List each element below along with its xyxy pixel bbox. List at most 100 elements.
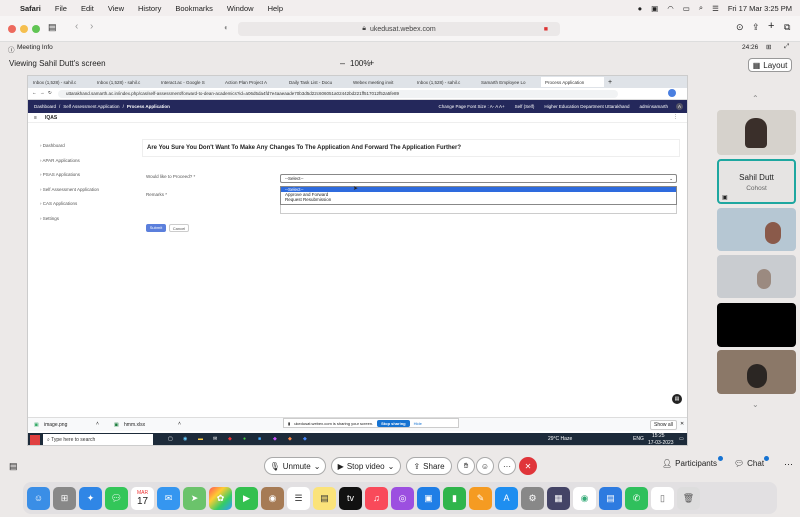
stop-video-button[interactable]: ▶ Stop video ⌄ xyxy=(331,457,401,475)
finder-icon[interactable]: ☺ xyxy=(27,486,50,510)
participant-video[interactable] xyxy=(717,255,796,298)
zoom-out-button[interactable]: – xyxy=(340,58,345,68)
menu-bookmarks[interactable]: Bookmarks xyxy=(175,4,213,13)
profile-avatar[interactable] xyxy=(668,89,676,97)
breadcrumb-home[interactable]: Dashboard xyxy=(34,104,56,109)
control-center-icon[interactable]: ☰ xyxy=(712,4,719,13)
menu-window[interactable]: Window xyxy=(227,4,254,13)
user-avatar[interactable]: A xyxy=(676,103,683,110)
sidebar-item-apar[interactable]: › APAR Applications xyxy=(28,154,138,169)
sidebar-icon[interactable]: ▤ xyxy=(48,22,57,33)
menu-edit[interactable]: Edit xyxy=(81,4,94,13)
admin-name[interactable]: adminsamarth xyxy=(639,104,668,109)
video-status-icon[interactable]: ▣ xyxy=(651,4,658,13)
hide-button[interactable]: Hide xyxy=(414,421,422,426)
menu-view[interactable]: View xyxy=(108,4,124,13)
browser-tab[interactable]: Daily Task List - Docu xyxy=(285,77,348,87)
downloads-icon[interactable]: ⊙ xyxy=(736,22,744,33)
contacts-icon[interactable]: ◉ xyxy=(261,486,284,510)
menu-help[interactable]: Help xyxy=(268,4,283,13)
reminders-icon[interactable]: ☰ xyxy=(287,486,310,510)
music-icon[interactable]: ♫ xyxy=(365,486,388,510)
datetime[interactable]: Fri 17 Mar 3:25 PM xyxy=(728,4,792,13)
sidebar-item-cas[interactable]: › CAS Applications xyxy=(28,197,138,212)
raise-hand-button[interactable]: ✋︎ xyxy=(457,457,475,475)
forward-icon[interactable]: › xyxy=(90,21,93,32)
proceed-select[interactable]: --Select-- ⌄ xyxy=(280,174,677,183)
apple-tv-icon[interactable]: tv xyxy=(339,486,362,510)
app-icon[interactable]: ◆ xyxy=(303,436,307,442)
trash-icon[interactable]: 🗑︎ xyxy=(677,486,700,510)
font-size-control[interactable]: Change Page Font Size : A- A A+ xyxy=(438,104,504,109)
notes-icon[interactable]: ▤ xyxy=(313,486,336,510)
taskbar-time[interactable]: 15:25 xyxy=(652,433,665,439)
zoom-window-button[interactable] xyxy=(32,25,40,33)
calendar-icon[interactable]: MAR 17 xyxy=(131,486,154,510)
windows-start-icon[interactable] xyxy=(30,435,40,445)
reload-icon[interactable]: ↻ xyxy=(48,90,52,96)
chat-bubble-icon[interactable]: ▤ xyxy=(672,394,682,404)
more-options-icon[interactable]: ⋯ xyxy=(784,459,793,470)
podcasts-icon[interactable]: ◎ xyxy=(391,486,414,510)
edge-icon[interactable]: ◉ xyxy=(183,436,187,442)
participant-video[interactable] xyxy=(717,208,796,251)
back-icon[interactable]: ← xyxy=(32,90,37,95)
battery-icon[interactable]: ▭ xyxy=(683,4,690,13)
webex-icon[interactable]: ◉ xyxy=(573,486,596,510)
download-item[interactable]: image.png xyxy=(44,422,67,428)
new-tab-icon[interactable]: + xyxy=(768,20,774,32)
privacy-icon[interactable]: ◐ xyxy=(224,23,229,32)
facetime-icon[interactable]: ▶ xyxy=(235,486,258,510)
shared-screen[interactable]: Inbox (1,528) - sahil.c Inbox (1,528) - … xyxy=(27,75,688,446)
maps-icon[interactable]: ➤ xyxy=(183,486,206,510)
scroll-up-icon[interactable]: ⌃ xyxy=(752,94,759,103)
option-request-resubmission[interactable]: Request Resubmission xyxy=(281,197,676,202)
reactions-button[interactable]: ☺ xyxy=(476,457,494,475)
layout-button[interactable]: ▦ Layout xyxy=(748,58,792,72)
participant-tile-sahil-dutt[interactable]: Sahil Dutt Cohost ▣ xyxy=(717,159,796,204)
menu-file[interactable]: File xyxy=(55,4,67,13)
grid-icon[interactable]: ⊞ xyxy=(766,43,771,51)
chat-button[interactable]: 💬︎ Chat xyxy=(734,456,769,468)
sidebar-item-settings[interactable]: › Settings xyxy=(28,212,138,227)
search-icon[interactable]: ⌕ xyxy=(699,3,703,13)
menu-safari[interactable]: Safari xyxy=(20,4,41,13)
windows-search-box[interactable]: ⌕ Type here to search xyxy=(43,434,153,445)
file-explorer-icon[interactable]: ▬ xyxy=(198,436,203,442)
proceed-dropdown[interactable]: --Select-- Approve and Forward Request R… xyxy=(280,186,677,205)
user-role[interactable]: Self (Self) xyxy=(515,104,535,109)
sidebar-item-dashboard[interactable]: › Dashboard xyxy=(28,139,138,154)
forward-icon[interactable]: → xyxy=(40,90,45,95)
chevron-up-icon[interactable]: ˄ xyxy=(178,421,181,427)
participants-button[interactable]: 👤︎ Participants xyxy=(662,456,723,468)
menu-history[interactable]: History xyxy=(138,4,161,13)
tab-overview-icon[interactable]: ⧉ xyxy=(784,22,790,33)
safari-icon[interactable]: ✦ xyxy=(79,486,102,510)
whatsapp-icon[interactable]: ✆ xyxy=(625,486,648,510)
system-preferences-icon[interactable]: ⚙ xyxy=(521,486,544,510)
keynote-icon[interactable]: ▣ xyxy=(417,486,440,510)
task-view-icon[interactable]: ▢ xyxy=(168,436,173,442)
share-page-icon[interactable]: ⇪ xyxy=(752,22,760,33)
chrome-icon[interactable]: ● xyxy=(243,436,246,442)
launchpad-icon[interactable]: ⊞ xyxy=(53,486,76,510)
captions-icon[interactable]: ▤ xyxy=(9,461,18,472)
numbers-icon[interactable]: ▮ xyxy=(443,486,466,510)
cancel-button[interactable]: Cancel xyxy=(169,224,189,232)
more-options-button[interactable]: ··· xyxy=(498,457,516,475)
stop-sharing-button[interactable]: Stop sharing xyxy=(377,419,410,427)
taskbar-date[interactable]: 17-03-2023 xyxy=(648,440,674,445)
language-indicator[interactable]: ENG xyxy=(633,436,644,442)
app-icon[interactable]: ■ xyxy=(258,436,261,442)
webex-status-icon[interactable]: ● xyxy=(638,4,643,13)
app-store-icon[interactable]: A xyxy=(495,486,518,510)
fullscreen-icon[interactable]: ⤢ xyxy=(784,43,789,51)
participant-video[interactable] xyxy=(717,350,796,394)
participant-video[interactable] xyxy=(717,303,796,347)
wifi-icon[interactable]: ◠ xyxy=(667,4,674,13)
leave-meeting-button[interactable]: ✕ xyxy=(519,457,537,475)
more-vert-icon[interactable]: ⋮ xyxy=(673,114,678,120)
browser-tab[interactable]: Samarth Employee Lo xyxy=(477,77,540,87)
participant-video[interactable] xyxy=(717,110,796,155)
minimize-window-button[interactable] xyxy=(20,25,28,33)
